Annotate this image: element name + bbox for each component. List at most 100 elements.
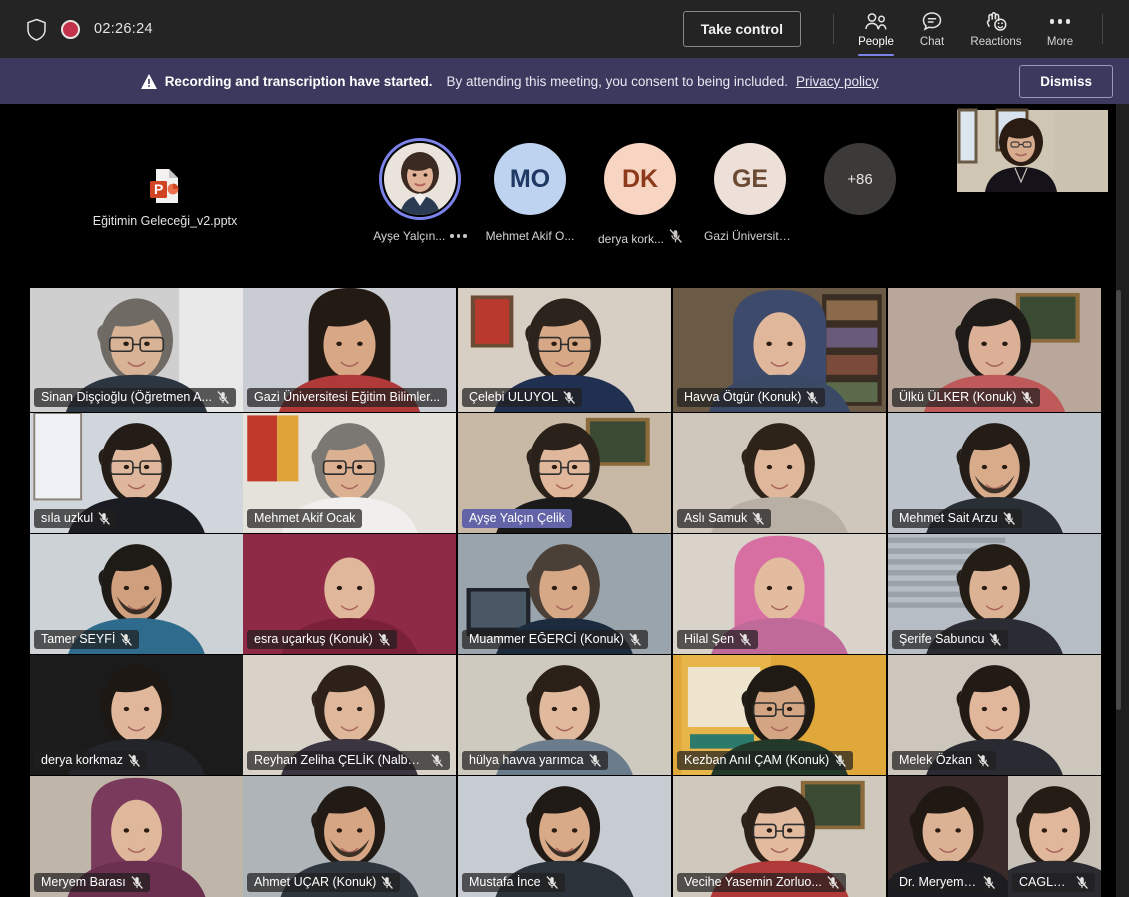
video-tile[interactable]: Ülkü ÜLKER (Konuk) [888, 288, 1101, 412]
video-tile[interactable]: Mustafa İnce [458, 776, 671, 897]
avatar-name-row: derya kork... [598, 229, 682, 248]
participant-name: Melek Özkan [899, 753, 972, 767]
shared-file-item[interactable]: P Eğitimin Geleceği_v2.pptx [93, 168, 237, 228]
avatar[interactable]: DK [604, 143, 676, 215]
video-tile[interactable]: Reyhan Zeliha ÇELİK (Nalbant) [243, 655, 456, 775]
participant-name-badge: Vecihe Yasemin Zorluo... [677, 873, 846, 892]
participant-name: CAGLA ATMACA [1019, 875, 1071, 889]
mic-off-icon [752, 511, 764, 525]
video-tile[interactable]: derya korkmaz [30, 655, 243, 775]
video-tile[interactable]: Ayşe Yalçın Çelik [458, 413, 671, 533]
video-tile[interactable]: Sinan Dişçioğlu (Öğretmen A... [30, 288, 243, 412]
mic-off-icon [629, 632, 641, 646]
dismiss-button[interactable]: Dismiss [1019, 64, 1113, 98]
participant-avatar-overflow[interactable]: +86 [818, 143, 902, 215]
participant-avatar-list: Ayşe Yalçın... MO Mehmet Akif O... DK de… [373, 138, 902, 248]
avatar[interactable] [379, 138, 461, 220]
participant-name: derya korkmaz [41, 753, 123, 767]
video-tile[interactable]: Havva Ötgür (Konuk) [673, 288, 886, 412]
overflow-count: +86 [847, 170, 873, 188]
mic-off-icon [1076, 875, 1088, 889]
participant-name: esra uçarkuş (Konuk) [254, 632, 373, 646]
participant-avatar-2[interactable]: DK derya kork... [598, 143, 682, 248]
self-video-frame [953, 104, 1112, 192]
avatar[interactable]: MO [494, 143, 566, 215]
active-tab-underline [858, 53, 894, 56]
avatar-name-row: Gazi Üniversites... [704, 229, 796, 243]
video-tile[interactable]: Meryem Barası [30, 776, 243, 897]
avatar-name: derya kork... [597, 231, 665, 246]
video-tile[interactable]: Kezban Anıl ÇAM (Konuk) [673, 655, 886, 775]
participant-avatar-3[interactable]: GE Gazi Üniversites... [704, 143, 796, 243]
mic-off-icon [834, 753, 846, 767]
participant-name: Mehmet Akif Ocak [254, 511, 356, 525]
self-video-tile[interactable] [953, 104, 1112, 192]
mic-off-icon [120, 632, 133, 646]
participant-name: Vecihe Yasemin Zorluo... [684, 875, 822, 889]
overflow-count-badge[interactable]: +86 [824, 143, 896, 215]
video-grid: Sinan Dişçioğlu (Öğretmen A... Gazi Üniv… [25, 288, 1120, 897]
video-tile[interactable]: Dr. Meryem ALTUN EKİ... [888, 776, 1008, 897]
participant-avatar-1[interactable]: MO Mehmet Akif O... [485, 143, 575, 243]
video-tile[interactable]: Tamer SEYFİ [30, 534, 243, 654]
participant-name-badge: CAGLA ATMACA [1012, 873, 1095, 892]
video-tile[interactable]: Melek Özkan [888, 655, 1101, 775]
avatar-more-icon[interactable] [450, 234, 467, 238]
video-tile[interactable]: esra uçarkuş (Konuk) [243, 534, 456, 654]
video-grid-container: Sinan Dişçioğlu (Öğretmen A... Gazi Üniv… [0, 288, 1129, 897]
participant-name-badge: derya korkmaz [34, 751, 147, 770]
participant-name-badge: esra uçarkuş (Konuk) [247, 630, 397, 649]
participant-name: Ahmet UÇAR (Konuk) [254, 875, 377, 889]
toolbar-item-reactions[interactable]: Reactions [960, 0, 1032, 58]
participant-name: Muammer EĞERCİ (Konuk) [469, 632, 624, 646]
participant-name: Ülkü ÜLKER (Konuk) [899, 390, 1017, 404]
teams-meeting-window: 02:26:24 Take control People Chat Reacti… [0, 0, 1129, 897]
avatar[interactable]: GE [714, 143, 786, 215]
warning-triangle-icon [140, 73, 157, 89]
take-control-button[interactable]: Take control [682, 11, 801, 47]
participant-name-badge: Hilal Şen [677, 630, 759, 649]
participant-name-badge: Sinan Dişçioğlu (Öğretmen A... [34, 388, 236, 407]
mic-off-icon [431, 753, 443, 767]
participant-name: Tamer SEYFİ [41, 632, 116, 646]
video-tile[interactable]: Çelebi ULUYOL [458, 288, 671, 412]
grid-scrollbar[interactable] [1116, 290, 1121, 710]
video-tile[interactable]: CAGLA ATMACA [1008, 776, 1101, 897]
video-tile[interactable]: Aslı Samuk [673, 413, 886, 533]
mic-off-icon [669, 229, 682, 248]
video-tile[interactable]: Vecihe Yasemin Zorluo... [673, 776, 886, 897]
participant-name: Çelebi ULUYOL [469, 390, 558, 404]
toolbar-item-chat[interactable]: Chat [904, 0, 960, 58]
participant-name: Gazi Üniversitesi Eğitim Bilimler... [254, 390, 441, 404]
video-tile[interactable]: Mehmet Akif Ocak [243, 413, 456, 533]
video-tile[interactable]: sıla uzkul [30, 413, 243, 533]
mic-off-icon [563, 390, 575, 404]
avatar-initials: GE [731, 164, 769, 193]
toolbar-divider [833, 14, 834, 44]
privacy-policy-link[interactable]: Privacy policy [796, 74, 879, 89]
shield-icon [26, 18, 47, 41]
video-tile[interactable]: Şerife Sabuncu [888, 534, 1101, 654]
mic-off-icon [589, 753, 601, 767]
toolbar-divider-end [1102, 14, 1103, 44]
mic-off-icon [1003, 511, 1015, 525]
participant-avatar-0[interactable]: Ayşe Yalçın... [373, 138, 467, 243]
video-tile[interactable]: Hilal Şen [673, 534, 886, 654]
mic-off-icon [806, 390, 819, 404]
video-tile[interactable]: Gazi Üniversitesi Eğitim Bilimler... [243, 288, 456, 412]
video-tile[interactable]: hülya havva yarımca [458, 655, 671, 775]
video-tile[interactable]: Mehmet Sait Arzu [888, 413, 1101, 533]
mic-off-icon [977, 753, 989, 767]
svg-text:P: P [154, 181, 163, 197]
toolbar-item-people[interactable]: People [848, 0, 904, 58]
participant-name-badge: Havva Ötgür (Konuk) [677, 388, 826, 407]
video-tile[interactable]: Ahmet UÇAR (Konuk) [243, 776, 456, 897]
participant-name: Mustafa İnce [469, 875, 541, 889]
video-tile[interactable]: Muammer EĞERCİ (Konuk) [458, 534, 671, 654]
toolbar-item-more[interactable]: More [1032, 0, 1088, 58]
avatar-initials: MO [509, 164, 551, 193]
participant-name-badge: Ayşe Yalçın Çelik [462, 509, 572, 528]
toolbar-item-people-label: People [858, 35, 894, 48]
avatar-name: Mehmet Akif O... [485, 229, 575, 243]
recording-dot-icon [61, 19, 80, 39]
